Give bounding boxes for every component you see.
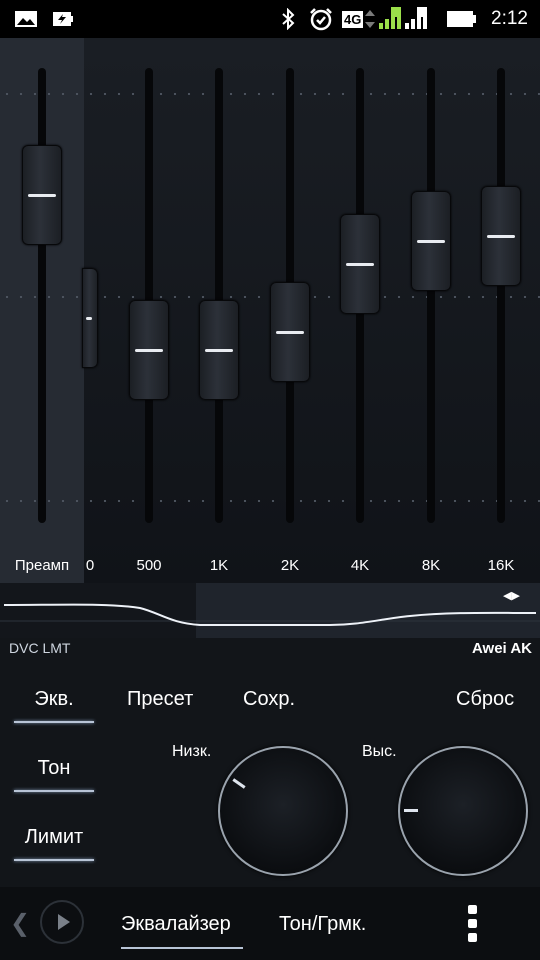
band-slider-500[interactable]: [119, 68, 179, 523]
slider-track: [215, 68, 223, 523]
dvc-lmt-label: DVC LMT: [9, 640, 71, 656]
slider-track: [145, 68, 153, 523]
preset-button[interactable]: Пресет: [127, 688, 193, 711]
band-slider-0[interactable]: [38, 68, 98, 523]
preamp-label: Преамп: [14, 557, 70, 574]
slider-knob[interactable]: [129, 300, 169, 401]
band-label: 500: [136, 557, 162, 574]
bluetooth-icon: [280, 0, 296, 38]
tab-tone[interactable]: Тон: [14, 757, 94, 780]
slider-knob[interactable]: [199, 300, 239, 401]
frequency-response-view[interactable]: ◀▶: [0, 583, 540, 638]
device-name-label: Awei AK: [471, 640, 532, 657]
slider-knob[interactable]: [82, 268, 98, 369]
low-dial-label: Низк.: [172, 743, 212, 760]
band-label: 1K: [209, 557, 229, 574]
dial-indicator: [404, 809, 418, 812]
bottom-bar: ❮: [0, 887, 540, 960]
tab-tone-underline: [14, 790, 94, 792]
tab-tone-volume[interactable]: Тон/Грмк.: [279, 913, 366, 936]
band-slider-8k[interactable]: [401, 68, 461, 523]
band-label: 16K: [487, 557, 515, 574]
play-button[interactable]: [40, 900, 84, 944]
chevron-left-icon[interactable]: ❮: [10, 909, 30, 938]
reset-button[interactable]: Сброс: [456, 688, 514, 711]
tab-limit[interactable]: Лимит: [14, 826, 94, 849]
band-label: 8K: [421, 557, 441, 574]
slider-knob[interactable]: [270, 281, 310, 382]
slider-track: [427, 68, 435, 523]
slider-track: [497, 68, 505, 523]
low-knob[interactable]: [218, 746, 348, 876]
high-knob[interactable]: [398, 746, 528, 876]
dial-indicator: [232, 778, 246, 789]
slider-knob[interactable]: [481, 186, 521, 287]
image-icon: [14, 0, 38, 38]
slider-knob[interactable]: [340, 213, 380, 314]
response-curve: [0, 603, 540, 626]
band-label: 2K: [280, 557, 300, 574]
sim2-label: 2: [428, 4, 435, 16]
tab-equalizer[interactable]: Эквалайзер: [121, 913, 231, 936]
band-slider-4k[interactable]: [330, 68, 390, 523]
tab-limit-underline: [14, 859, 94, 861]
more-options-icon[interactable]: [468, 905, 478, 945]
play-icon: [58, 914, 70, 930]
battery-icon: [446, 0, 478, 38]
scroll-arrows-icon[interactable]: ◀▶: [503, 589, 520, 602]
tab-equalizer-underline: [121, 947, 243, 949]
tab-eq[interactable]: Экв.: [14, 688, 94, 711]
equalizer-panel: [0, 38, 540, 583]
band-slider-2k[interactable]: [260, 68, 320, 523]
band-label: 4K: [350, 557, 370, 574]
tab-eq-underline: [14, 721, 94, 723]
alarm-icon: [308, 0, 334, 38]
clock: 2:12: [491, 8, 528, 29]
save-button[interactable]: Сохр.: [243, 688, 295, 711]
sim1-label: 1: [402, 4, 409, 16]
status-bar: 4G 1 2 2:12: [0, 0, 540, 38]
signal-icon: 4G 1 2: [342, 0, 434, 38]
battery-saver-icon: [52, 0, 74, 38]
slider-knob[interactable]: [411, 190, 451, 291]
high-dial-label: Выс.: [362, 743, 397, 760]
network-type-label: 4G: [342, 10, 364, 28]
band-slider-1k[interactable]: [189, 68, 249, 523]
band-slider-16k[interactable]: [471, 68, 531, 523]
band-label: 0: [85, 557, 95, 574]
